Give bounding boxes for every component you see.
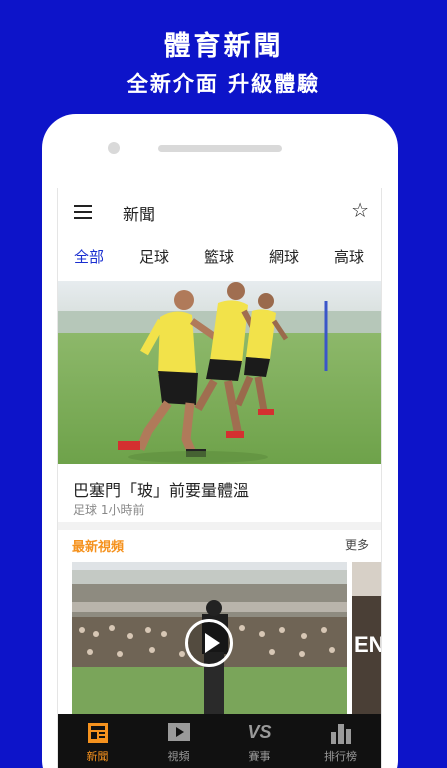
nav-label-news: 新聞: [86, 750, 109, 763]
nav-matches[interactable]: VS 賽事: [227, 714, 292, 768]
video-icon: [167, 722, 191, 746]
article-meta: 足球 1小時前: [73, 503, 145, 517]
nav-label-video: 視頻: [167, 750, 190, 763]
news-icon: [87, 722, 109, 748]
app-screen: 新聞 ☆ 全部 足球 籃球 網球 高球 巴塞門「玻」前要量體溫 足球 1小時前 …: [57, 188, 382, 768]
section-divider: [58, 522, 381, 530]
category-tabs: 全部 足球 籃球 網球 高球: [58, 246, 381, 274]
app-bar: 新聞 ☆: [58, 188, 381, 236]
article-title[interactable]: 巴塞門「玻」前要量體溫: [73, 477, 249, 501]
nav-video[interactable]: 視頻: [146, 714, 211, 768]
tab-tennis[interactable]: 網球: [269, 246, 299, 267]
menu-icon[interactable]: [74, 205, 92, 219]
phone-speaker: [158, 145, 282, 152]
video-thumbnail[interactable]: [72, 562, 347, 722]
bottom-nav: 新聞 視頻 VS 賽事 排行榜: [58, 714, 381, 768]
tab-football[interactable]: 足球: [139, 246, 169, 267]
bar-chart-icon: [329, 722, 353, 748]
promo-title: 體育新聞: [163, 31, 284, 62]
video-thumbnail-next[interactable]: EN: [352, 562, 382, 722]
vs-icon: VS: [247, 722, 272, 742]
star-icon[interactable]: ☆: [351, 200, 369, 220]
nav-news[interactable]: 新聞: [65, 714, 130, 768]
nav-ranking[interactable]: 排行榜: [308, 714, 373, 768]
more-link[interactable]: 更多: [345, 536, 369, 553]
nav-label-ranking: 排行榜: [324, 750, 357, 763]
tab-basketball[interactable]: 籃球: [204, 246, 234, 267]
page-title: 新聞: [123, 205, 156, 224]
tab-golf[interactable]: 高球: [334, 246, 364, 267]
tab-all[interactable]: 全部: [74, 246, 104, 267]
hero-image[interactable]: [58, 281, 381, 464]
section-title: 最新視頻: [72, 540, 125, 555]
promo-subtitle: 全新介面 升級體驗: [126, 72, 321, 96]
video-caption: EN: [354, 632, 382, 657]
phone-camera: [108, 142, 120, 154]
nav-label-matches: 賽事: [248, 750, 271, 763]
play-icon[interactable]: [185, 619, 233, 667]
